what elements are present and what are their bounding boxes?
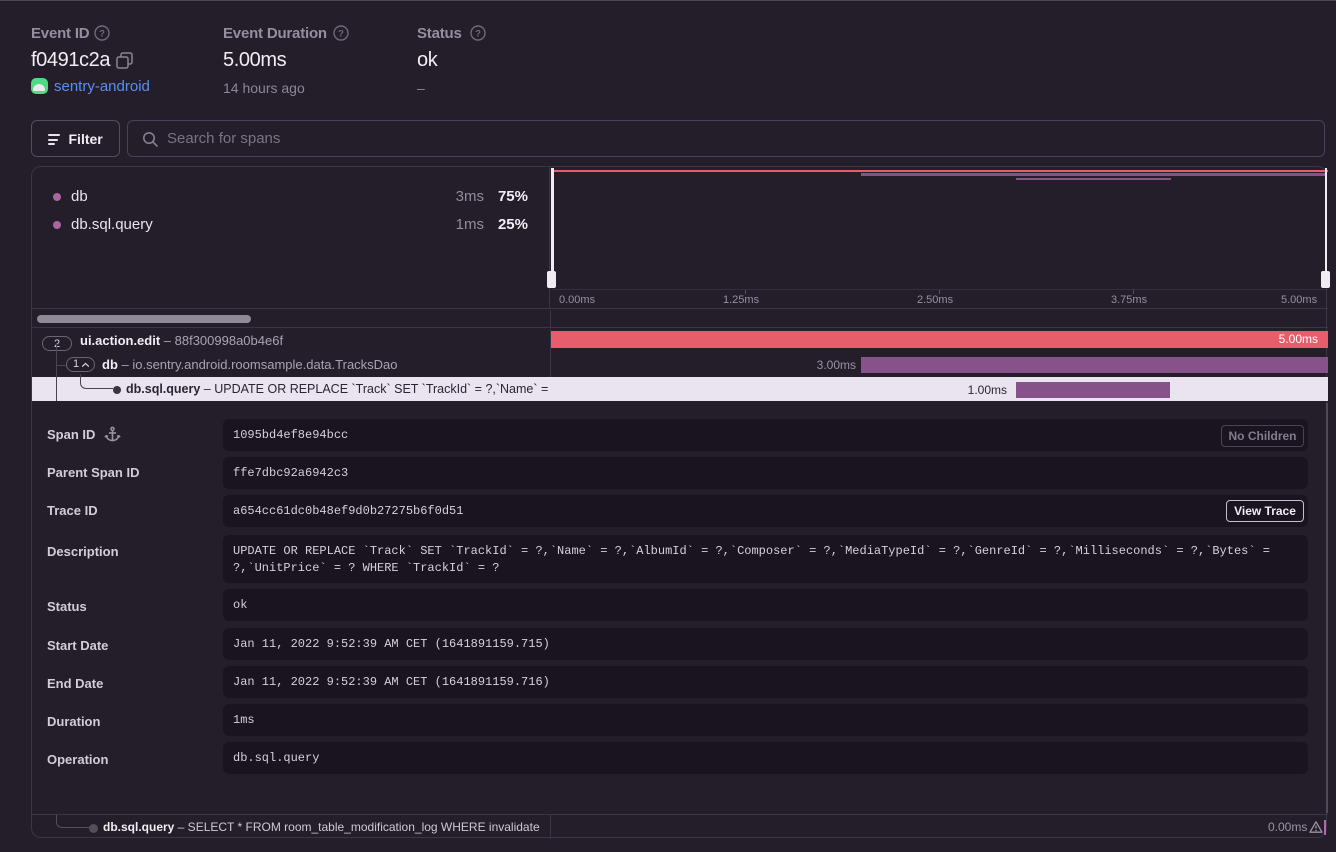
svg-text:?: ? [99, 28, 105, 39]
svg-text:?: ? [338, 28, 344, 39]
svg-text:?: ? [475, 28, 481, 39]
